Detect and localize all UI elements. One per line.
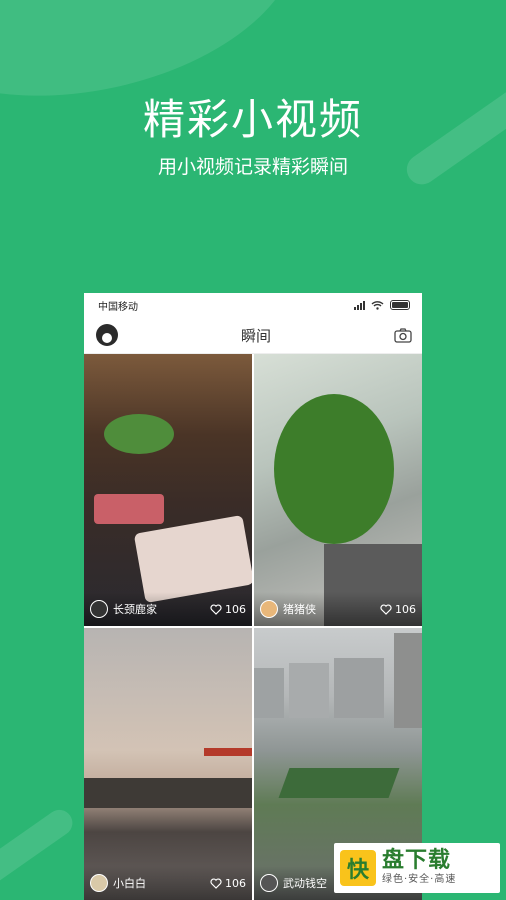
page-title: 瞬间	[240, 326, 271, 345]
like-count: 106	[225, 876, 246, 890]
avatar[interactable]	[96, 324, 118, 346]
video-tile[interactable]: 小白白 106	[84, 628, 252, 900]
watermark-logo: 快	[340, 850, 376, 886]
promo-headline: 精彩小视频	[142, 95, 363, 144]
status-icons	[354, 300, 410, 310]
like-button[interactable]: 106	[210, 877, 246, 890]
video-grid: 长颈鹿家 106 猪猪侠 106 小白白 106 武动钱空	[84, 354, 422, 900]
top-nav: 瞬间	[84, 317, 422, 354]
signal-icon	[354, 300, 365, 310]
avatar[interactable]	[90, 874, 108, 892]
heart-icon	[380, 603, 392, 615]
battery-icon	[390, 300, 410, 310]
like-count: 106	[395, 602, 416, 616]
like-button[interactable]: 106	[380, 603, 416, 616]
tile-info-bar: 长颈鹿家 106	[84, 592, 252, 626]
camera-icon[interactable]	[394, 327, 412, 343]
heart-icon	[210, 603, 222, 615]
carrier-label: 中国移动	[98, 301, 138, 313]
promo-subline: 用小视频记录精彩瞬间	[157, 156, 348, 178]
watermark-badge: 快 盘下载 绿色·安全·高速	[334, 843, 500, 893]
phone-screen: 中国移动 瞬间 长颈鹿家 106 猪猪侠 106 小白白 106 武动钱空	[84, 293, 422, 900]
video-tile[interactable]: 猪猪侠 106	[254, 354, 422, 626]
like-count: 106	[225, 602, 246, 616]
decor-stroke	[0, 804, 78, 890]
username[interactable]: 小白白	[113, 875, 210, 891]
watermark-subtitle: 绿色·安全·高速	[382, 874, 457, 885]
tile-info-bar: 猪猪侠 106	[254, 592, 422, 626]
username[interactable]: 长颈鹿家	[113, 601, 210, 617]
video-tile[interactable]: 长颈鹿家 106	[84, 354, 252, 626]
wifi-icon	[371, 301, 384, 310]
avatar[interactable]	[90, 600, 108, 618]
video-thumbnail	[84, 628, 252, 900]
username[interactable]: 猪猪侠	[283, 601, 380, 617]
avatar[interactable]	[260, 600, 278, 618]
heart-icon	[210, 877, 222, 889]
tile-info-bar: 小白白 106	[84, 866, 252, 900]
status-bar: 中国移动	[84, 293, 422, 317]
avatar[interactable]	[260, 874, 278, 892]
video-thumbnail	[84, 354, 252, 626]
like-button[interactable]: 106	[210, 603, 246, 616]
video-thumbnail	[254, 354, 422, 626]
watermark-title: 盘下载	[382, 848, 452, 873]
